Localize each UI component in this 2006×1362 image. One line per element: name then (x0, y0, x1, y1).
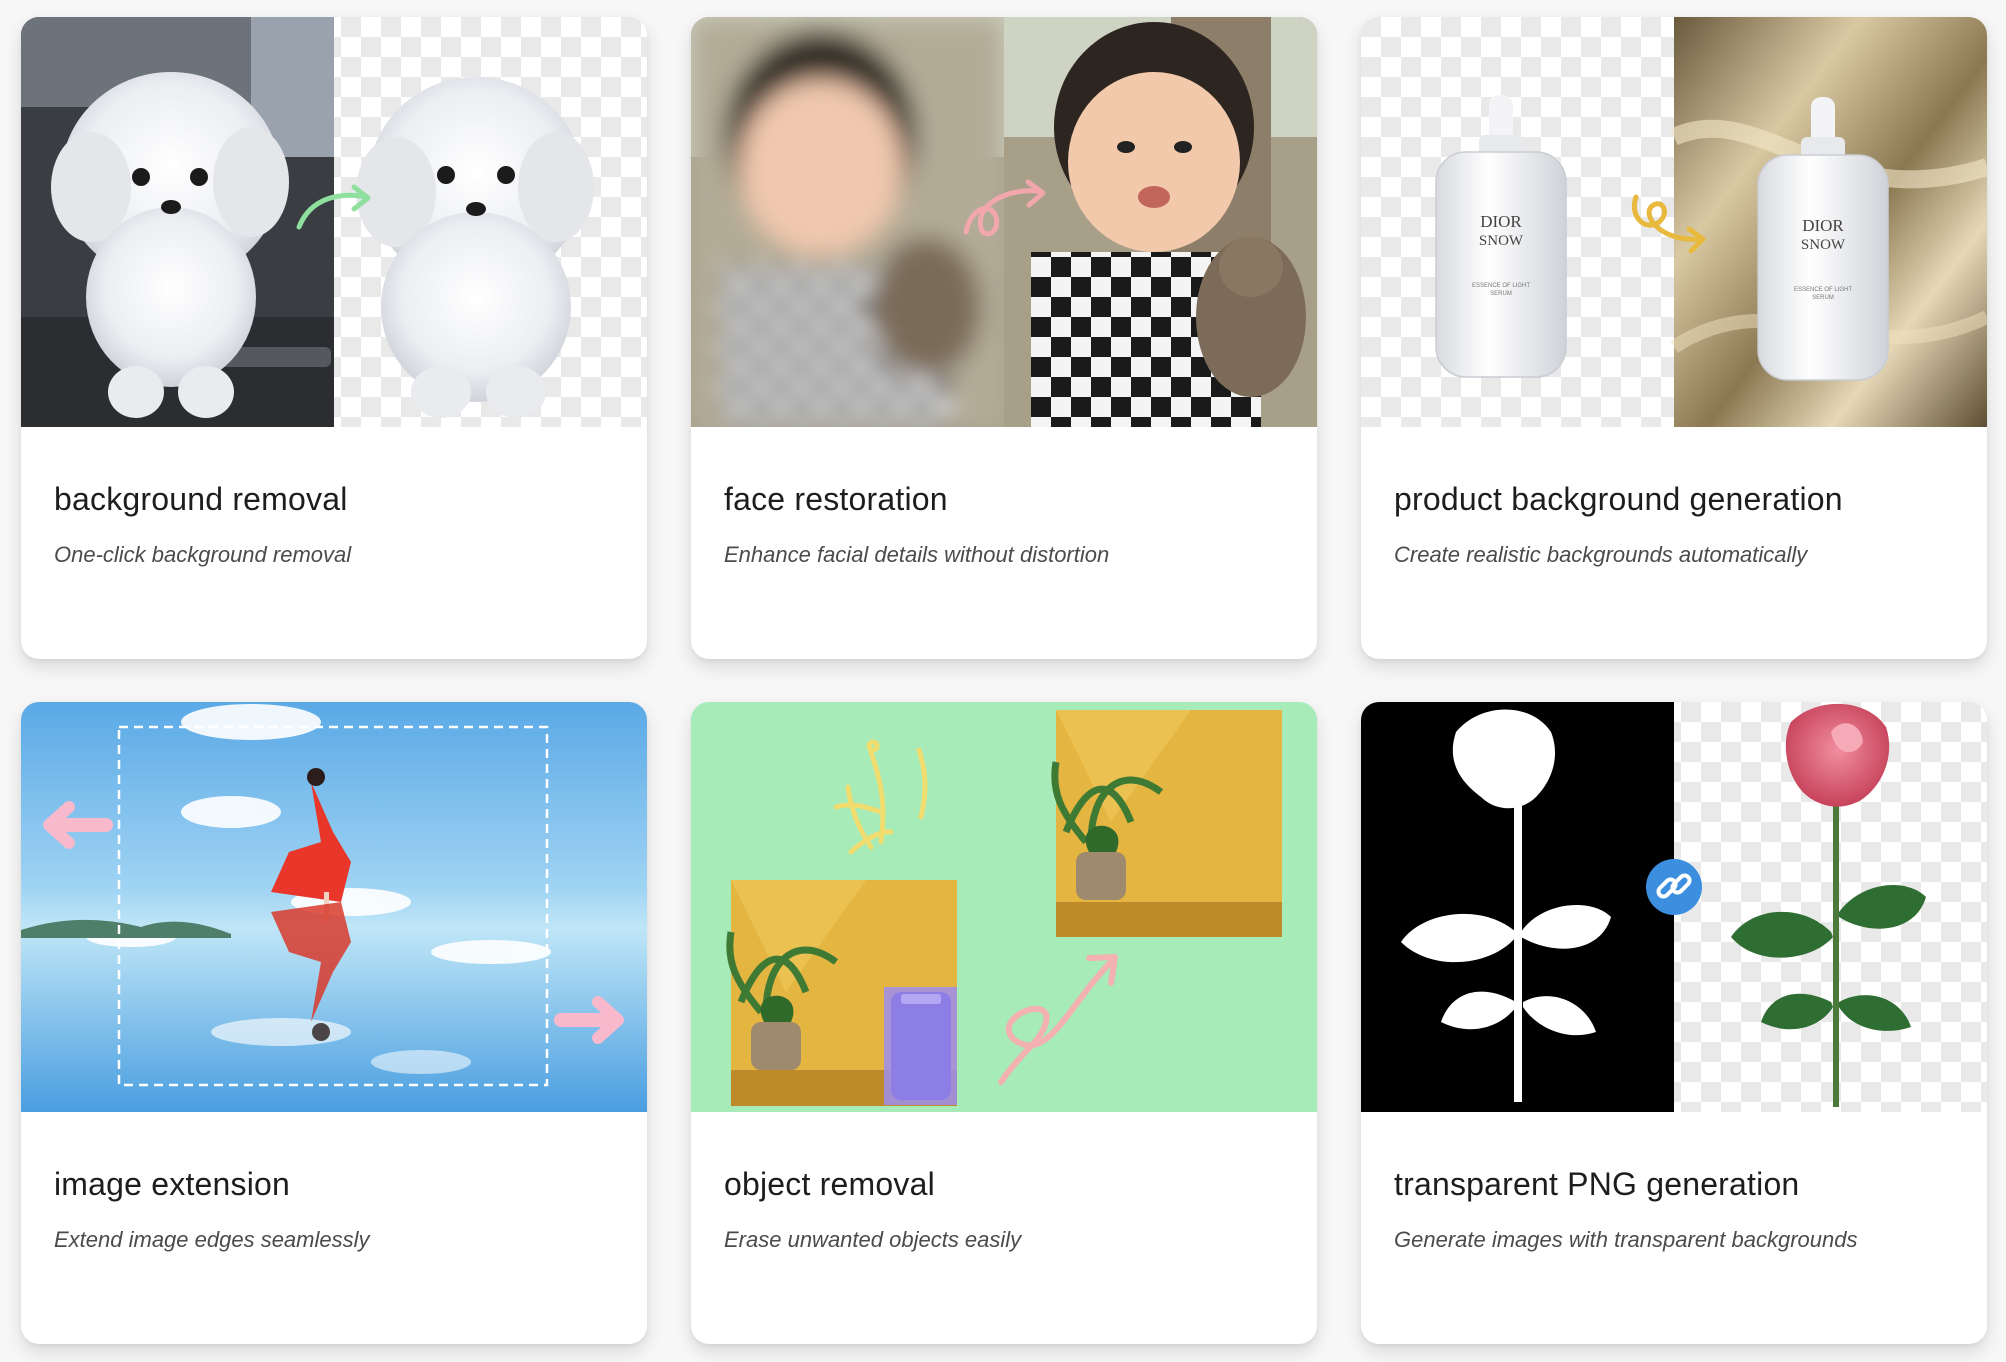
feature-card-face-restoration[interactable]: face restoration Enhance facial details … (691, 17, 1317, 659)
card-title: image extension (54, 1166, 291, 1202)
card-description: Erase unwanted objects easily (724, 1227, 1022, 1252)
card-title: object removal (724, 1166, 935, 1202)
face-restoration-preview-image (691, 17, 1317, 427)
background-removal-preview-image (21, 17, 647, 427)
card-title: product background generation (1394, 481, 1843, 517)
card-title: transparent PNG generation (1394, 1166, 1800, 1202)
object-removal-preview-image (691, 702, 1317, 1112)
bottle-label-line: ESSENCE OF LIGHT (1794, 287, 1852, 293)
bottle-label-name: SNOW (1479, 233, 1524, 249)
feature-card-background-removal[interactable]: background removal One-click background … (21, 17, 647, 659)
card-description: Extend image edges seamlessly (54, 1227, 370, 1252)
card-title: background removal (54, 481, 348, 517)
card-description: Generate images with transparent backgro… (1394, 1227, 1858, 1252)
bottle-label-name: SNOW (1801, 237, 1846, 253)
bottle-label-type: SERUM (1490, 291, 1512, 297)
bottle-label-brand: DIOR (1480, 212, 1522, 231)
card-title: face restoration (724, 481, 948, 517)
feature-card-transparent-png-generation[interactable]: transparent PNG generation Generate imag… (1361, 702, 1987, 1344)
image-extension-preview-image (21, 702, 647, 1112)
link-icon (1646, 859, 1702, 915)
feature-card-image-extension[interactable]: image extension Extend image edges seaml… (21, 702, 647, 1344)
transparent-png-preview-image (1361, 702, 1987, 1112)
bottle-label-type: SERUM (1812, 295, 1834, 301)
product-background-preview-image: DIOR SNOW ESSENCE OF LIGHT SERUM DIOR SN… (1361, 17, 1987, 427)
bottle-label-brand: DIOR (1802, 216, 1844, 235)
bottle-label-line: ESSENCE OF LIGHT (1472, 283, 1530, 289)
card-description: Enhance facial details without distortio… (724, 542, 1110, 567)
feature-card-object-removal[interactable]: object removal Erase unwanted objects ea… (691, 702, 1317, 1344)
card-description: One-click background removal (54, 542, 352, 567)
card-description: Create realistic backgrounds automatical… (1394, 542, 1808, 567)
feature-card-product-background-generation[interactable]: DIOR SNOW ESSENCE OF LIGHT SERUM DIOR SN… (1361, 17, 1987, 659)
